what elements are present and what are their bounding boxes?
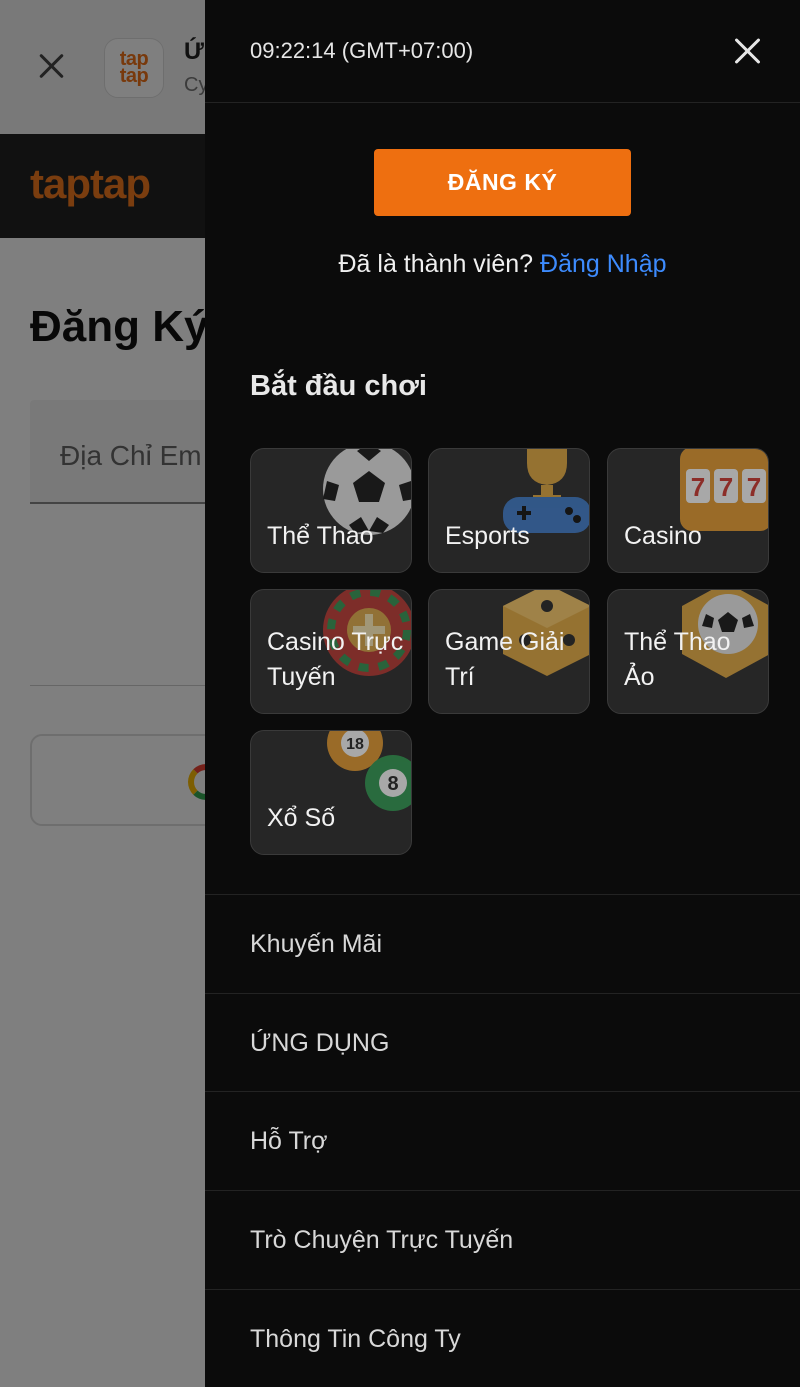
menu-item-apps[interactable]: ỨNG DỤNG [205, 993, 800, 1091]
close-icon[interactable] [733, 36, 763, 66]
menu-item-label: Hỗ Trợ [250, 1127, 328, 1155]
category-label: Thể Thao Ảo [624, 628, 731, 691]
menu-item-support[interactable]: Hỗ Trợ [205, 1091, 800, 1189]
section-title: Bắt đầu chơi [250, 370, 427, 402]
category-tile-casual-games[interactable]: Game Giải Trí [428, 589, 590, 714]
category-tile-sports[interactable]: Thể Thao [250, 448, 412, 573]
category-tile-virtual-sports[interactable]: Thể Thao Ảo [607, 589, 769, 714]
svg-text:7: 7 [747, 472, 761, 502]
member-prompt: Đã là thành viên? Đăng Nhập [205, 250, 800, 279]
category-label: Thể Thao [267, 522, 374, 550]
side-drawer: 09:22:14 (GMT+07:00) ĐĂNG KÝ Đã là thành… [205, 0, 800, 1387]
menu-item-promotions[interactable]: Khuyến Mãi [205, 894, 800, 992]
category-tile-esports[interactable]: Esports [428, 448, 590, 573]
login-link[interactable]: Đăng Nhập [540, 250, 666, 278]
menu-item-label: ỨNG DỤNG [250, 1029, 390, 1057]
register-button[interactable]: ĐĂNG KÝ [374, 149, 631, 216]
category-label: Esports [445, 522, 530, 550]
menu-item-label: Thông Tin Công Ty [250, 1325, 461, 1353]
menu-item-label: Trò Chuyện Trực Tuyến [250, 1226, 514, 1254]
member-prompt-text: Đã là thành viên? [338, 250, 534, 278]
category-label: Game Giải Trí [445, 628, 565, 691]
category-label: Casino [624, 522, 702, 550]
drawer-header: 09:22:14 (GMT+07:00) [205, 0, 800, 103]
clock-text: 09:22:14 (GMT+07:00) [250, 38, 474, 63]
category-tile-casino[interactable]: 7 7 7 Casino [607, 448, 769, 573]
svg-text:8: 8 [387, 773, 398, 795]
svg-text:7: 7 [691, 472, 705, 502]
menu-item-live-chat[interactable]: Trò Chuyện Trực Tuyến [205, 1190, 800, 1288]
category-label: Xổ Số [267, 804, 336, 832]
category-tile-live-casino[interactable]: Casino Trực Tuyến [250, 589, 412, 714]
svg-text:7: 7 [719, 472, 733, 502]
category-tile-lottery[interactable]: 18 8 Xổ Số [250, 730, 412, 855]
menu-item-company-info[interactable]: Thông Tin Công Ty [205, 1289, 800, 1387]
menu-item-label: Khuyến Mãi [250, 930, 383, 958]
svg-text:18: 18 [346, 736, 364, 753]
category-label: Casino Trực Tuyến [267, 628, 404, 691]
